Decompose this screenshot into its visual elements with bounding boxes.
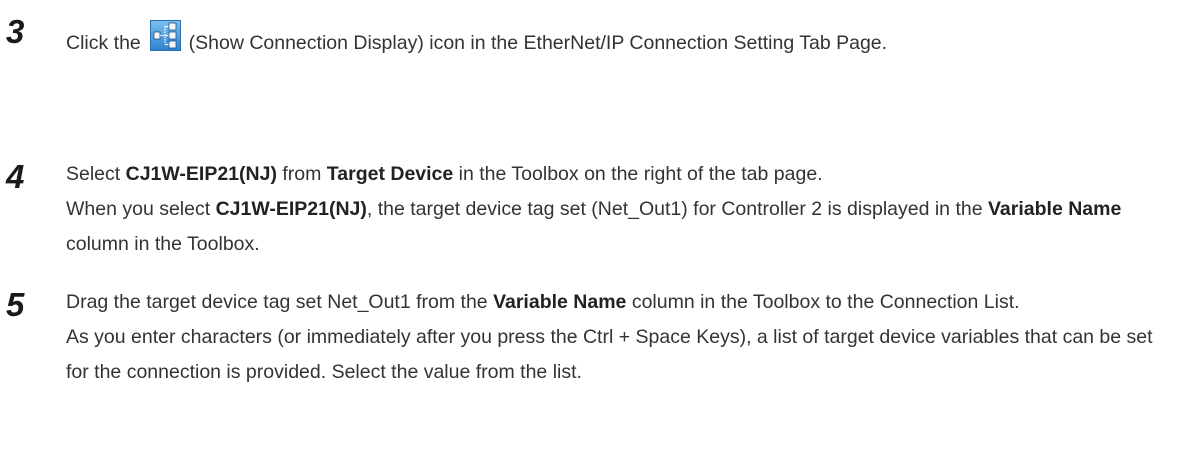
step-paragraph: Select CJ1W-EIP21(NJ) from Target Device…: [66, 157, 1174, 192]
device-name: CJ1W-EIP21(NJ): [125, 163, 277, 185]
column-name: Variable Name: [987, 198, 1122, 220]
text-run: When you select: [66, 198, 216, 220]
step-text-before-icon: Click the: [66, 32, 141, 54]
step-paragraph: As you enter characters (or immediately …: [66, 326, 1153, 383]
text-run: , the target device tag set (Net_Out1) f…: [366, 198, 988, 220]
text-run: in the Toolbox on the right of the tab p…: [453, 163, 823, 185]
text-run: column in the Toolbox to the Connection …: [626, 291, 1020, 313]
text-run: Drag the target device tag set Net_Out1 …: [66, 291, 494, 313]
text-run: column in the Toolbox.: [66, 233, 260, 255]
field-name: Target Device: [326, 163, 454, 185]
step-text-after-icon: (Show Connection Display) icon in the Et…: [188, 32, 888, 54]
step-text: Select CJ1W-EIP21(NJ) from Target Device…: [66, 157, 1174, 262]
text-run: Select: [66, 163, 126, 185]
text-run: from: [276, 163, 327, 185]
step-number: 3: [6, 13, 25, 50]
step-paragraph: Click the (Show Connection Display) icon…: [66, 20, 1174, 61]
step-paragraph: When you select CJ1W-EIP21(NJ), the targ…: [66, 192, 1174, 262]
device-name: CJ1W-EIP21(NJ): [215, 198, 367, 220]
step-number: 5: [6, 286, 25, 323]
step-text: Drag the target device tag set Net_Out1 …: [66, 285, 1174, 390]
show-connection-display-icon: [150, 20, 182, 51]
step-text: Click the (Show Connection Display) icon…: [66, 20, 1174, 61]
column-name: Variable Name: [493, 291, 627, 313]
step-paragraph: Drag the target device tag set Net_Out1 …: [66, 285, 1174, 320]
step-number: 4: [6, 158, 25, 195]
